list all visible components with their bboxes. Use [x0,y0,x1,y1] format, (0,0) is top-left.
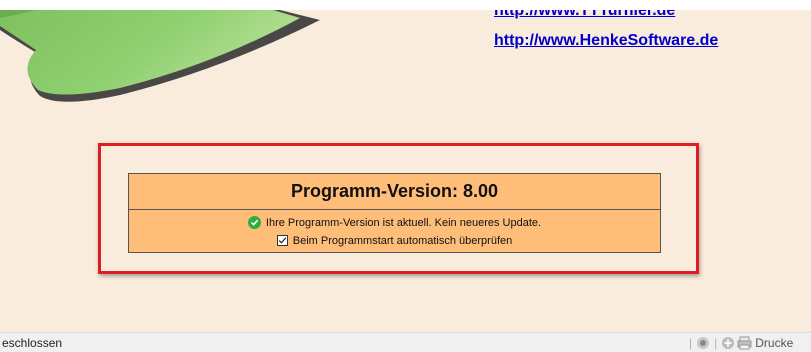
top-strip [0,0,811,10]
version-title: Programm-Version: 8.00 [129,174,660,210]
link-ttturnier[interactable]: http://www.TTTurnier.de [494,10,718,21]
statusbar-tools: | | Drucke [686,335,793,351]
separator: | [714,336,718,350]
info-page: http://www.TTTurnier.de http://www.Henke… [0,10,811,332]
checkbox-checked-icon[interactable] [276,235,288,246]
add-icon[interactable] [720,335,736,351]
link-henkesoftware[interactable]: http://www.HenkeSoftware.de [494,31,718,51]
auto-check-row[interactable]: Beim Programmstart automatisch überprüfe… [129,232,660,249]
status-text: eschlossen [2,336,63,350]
logo-leaf [0,10,320,102]
print-label[interactable]: Drucke [755,336,793,350]
status-row: Ihre Programm-Version ist aktuell. Kein … [129,214,660,231]
separator: | [689,336,693,350]
status-bar: eschlossen | | Drucke [0,332,811,352]
status-message: Ihre Programm-Version ist aktuell. Kein … [265,216,542,229]
version-panel: Programm-Version: 8.00 Ihre Programm-Ver… [128,173,661,253]
links-block: http://www.TTTurnier.de http://www.Henke… [494,10,718,61]
toolbar-icon[interactable] [695,335,711,351]
check-circle-icon [247,216,261,229]
version-body: Ihre Programm-Version ist aktuell. Kein … [129,214,660,249]
printer-icon[interactable] [736,335,752,351]
auto-check-label: Beim Programmstart automatisch überprüfe… [292,234,513,247]
